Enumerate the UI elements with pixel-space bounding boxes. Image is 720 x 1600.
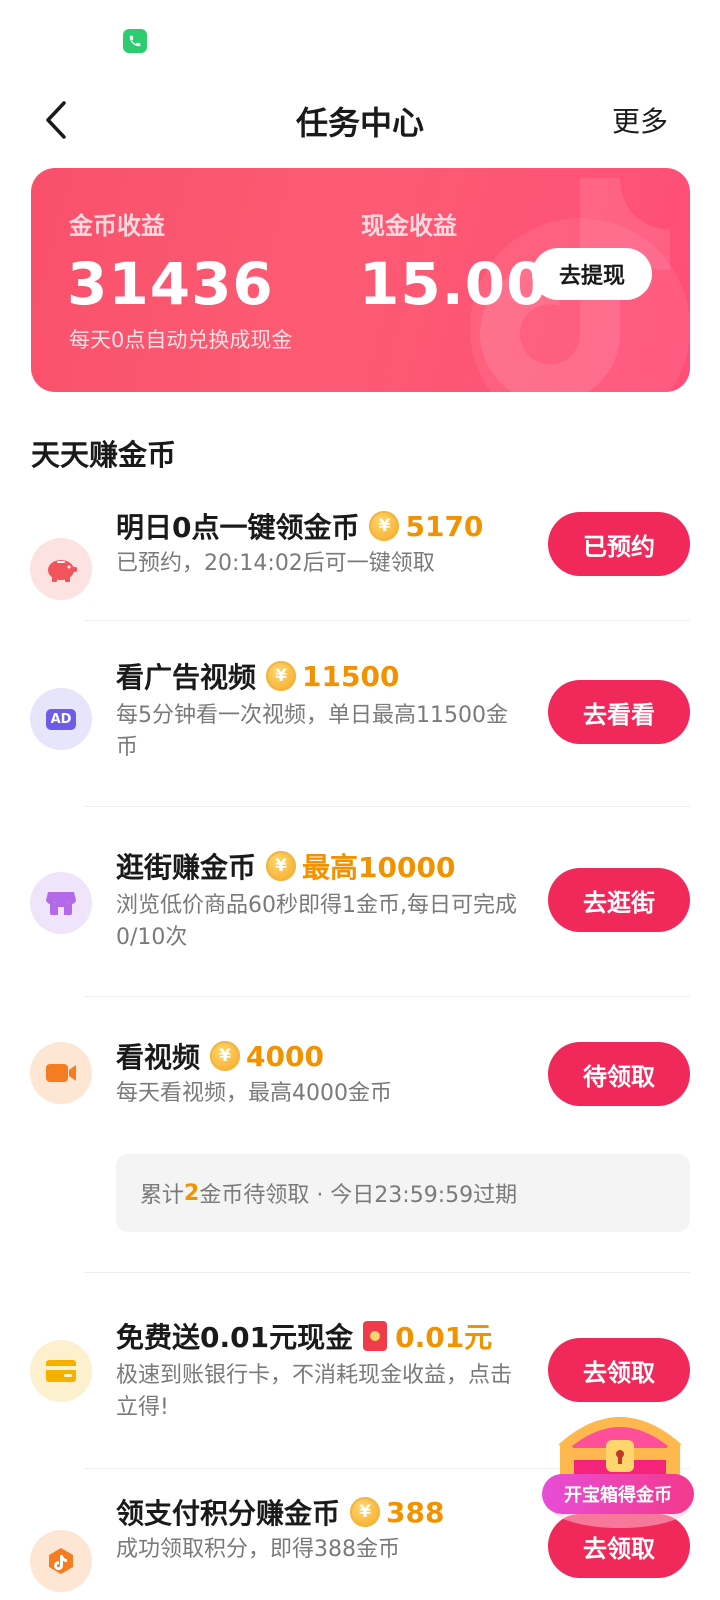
pending-prefix: 累计 xyxy=(140,1183,185,1208)
task-description: 每天看视频，最高4000金币 xyxy=(116,1081,392,1106)
divider xyxy=(84,996,690,997)
pending-coins-notice: 累计 2 金币待领取 · 今日23:59:59过期 xyxy=(116,1154,690,1232)
task-title: 明日0点一键领金币 ¥ 5170 xyxy=(116,506,483,546)
ad-icon: AD xyxy=(30,688,92,750)
pending-count: 2 xyxy=(184,1180,200,1206)
task-reward: 5170 xyxy=(405,509,484,543)
task-title: 领支付积分赚金币 ¥ 388 xyxy=(116,1492,444,1532)
phone-call-icon[interactable] xyxy=(123,29,147,53)
shop-button[interactable]: 去逛街 xyxy=(548,868,690,932)
task-title-text: 免费送0.01元现金 xyxy=(116,1321,354,1354)
ad-icon-text: AD xyxy=(45,708,77,730)
task-title-text: 领支付积分赚金币 xyxy=(116,1497,341,1530)
gold-coin-icon: ¥ xyxy=(266,851,297,881)
status-bar xyxy=(0,0,720,80)
task-description: 极速到账银行卡，不消耗现金收益，点击立得! xyxy=(116,1363,513,1420)
withdraw-button[interactable]: 去提现 xyxy=(532,248,652,300)
task-reward: 11500 xyxy=(302,659,400,693)
pending-claim-button[interactable]: 待领取 xyxy=(548,1042,690,1106)
divider xyxy=(84,620,690,621)
gold-coin-icon: ¥ xyxy=(369,511,400,541)
task-title: 免费送0.01元现金 0.01元 xyxy=(116,1316,492,1356)
cash-earnings-value: 15.00 xyxy=(359,250,548,318)
cash-earnings-label: 现金收益 xyxy=(361,212,457,240)
task-description: 每5分钟看一次视频，单日最高11500金币 xyxy=(116,703,508,760)
reserved-button[interactable]: 已预约 xyxy=(548,512,690,576)
gold-coin-icon: ¥ xyxy=(210,1041,241,1071)
task-description: 浏览低价商品60秒即得1金币,每日可完成0/10次 xyxy=(116,893,517,950)
bank-card-icon xyxy=(30,1340,92,1402)
coin-earnings-value: 31436 xyxy=(67,250,274,318)
divider xyxy=(84,806,690,807)
task-title: 逛街赚金币 ¥ 最高10000 xyxy=(116,846,455,886)
task-description: 成功领取积分，即得388金币 xyxy=(116,1537,400,1562)
gold-coin-icon: ¥ xyxy=(350,1497,381,1527)
coin-earnings-label: 金币收益 xyxy=(69,212,165,240)
task-title-text: 明日0点一键领金币 xyxy=(116,511,360,544)
task-description: 已预约，20:14:02后可一键领取 xyxy=(116,551,435,576)
task-title: 看广告视频 ¥ 11500 xyxy=(116,656,399,696)
task-title-text: 看广告视频 xyxy=(116,661,257,694)
red-packet-icon xyxy=(363,1321,388,1351)
task-reward: 0.01元 xyxy=(395,1321,493,1354)
earnings-card: 金币收益 31436 每天0点自动兑换成现金 现金收益 15.00 去提现 xyxy=(31,168,690,392)
points-icon xyxy=(30,1530,92,1592)
section-title: 天天赚金币 xyxy=(31,438,177,472)
treasure-chest-icon[interactable] xyxy=(540,1386,700,1542)
top-nav-bar: 任务中心 更多 xyxy=(0,80,720,160)
shop-icon xyxy=(30,872,92,934)
pending-suffix: 金币待领取 · 今日23:59:59过期 xyxy=(199,1183,518,1208)
coin-exchange-note: 每天0点自动兑换成现金 xyxy=(69,328,293,352)
watch-ad-button[interactable]: 去看看 xyxy=(548,680,690,744)
more-button[interactable]: 更多 xyxy=(612,100,668,140)
treasure-label[interactable]: 开宝箱得金币 xyxy=(542,1474,694,1514)
task-reward: 388 xyxy=(386,1495,445,1529)
piggy-bank-icon xyxy=(30,538,92,600)
video-camera-icon xyxy=(30,1042,92,1104)
task-title-text: 看视频 xyxy=(116,1041,201,1074)
task-reward: 4000 xyxy=(246,1039,324,1073)
task-title: 看视频 ¥ 4000 xyxy=(116,1036,324,1076)
gold-coin-icon: ¥ xyxy=(266,661,297,691)
task-title-text: 逛街赚金币 xyxy=(116,851,257,884)
divider xyxy=(84,1272,690,1273)
task-reward: 最高10000 xyxy=(302,851,456,884)
